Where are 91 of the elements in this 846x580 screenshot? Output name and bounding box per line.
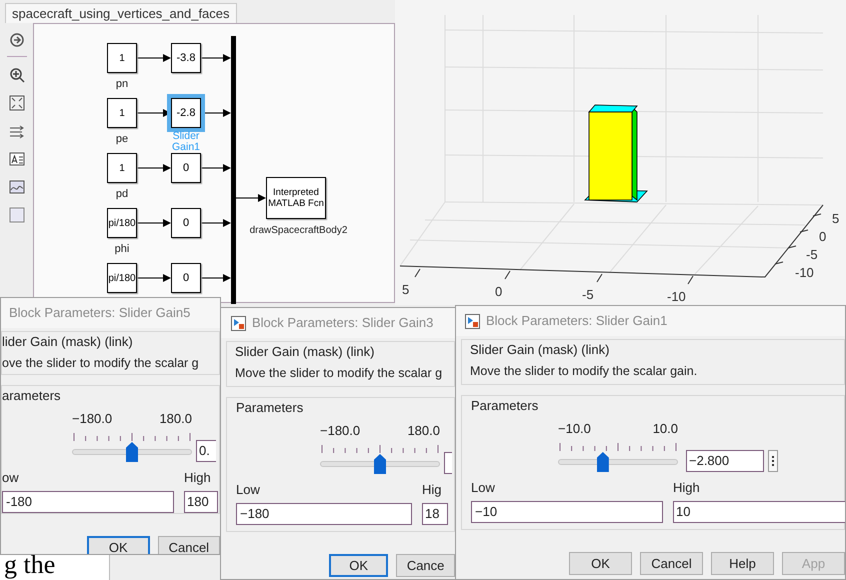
block-icon <box>465 314 480 328</box>
block-label: pe <box>114 132 130 147</box>
signal-arrow <box>136 164 171 172</box>
low-label: Low <box>236 482 260 497</box>
constant-block[interactable]: 1 <box>107 43 137 73</box>
slider-max-label: 180.0 <box>159 410 192 428</box>
block-icon <box>231 316 246 330</box>
low-label: ow <box>2 470 19 485</box>
description-text: Move the slider to modify the scalar gain. <box>470 363 698 380</box>
axis-tick-label: 5 <box>402 283 410 296</box>
constant-block[interactable]: pi/180 <box>107 263 137 293</box>
dialog-title: Block Parameters: Slider Gain3 <box>252 314 434 332</box>
axis-tick-label: -5 <box>582 288 594 301</box>
dialog-title: Block Parameters: Slider Gain5 <box>9 304 190 322</box>
fit-view-icon[interactable] <box>9 95 25 111</box>
dialog-button[interactable]: Help <box>711 552 774 575</box>
slider-track[interactable] <box>72 442 192 462</box>
signal-arrow <box>200 219 231 227</box>
slider-track[interactable] <box>558 452 678 472</box>
slider-thumb[interactable] <box>126 442 138 462</box>
dialog-title: Block Parameters: Slider Gain1 <box>486 312 668 330</box>
navigate-icon[interactable] <box>9 32 25 48</box>
dialog-button[interactable]: OK <box>87 536 150 554</box>
high-label: High <box>673 480 700 495</box>
low-field[interactable]: −10 <box>471 501 663 523</box>
axis-tick-label: 0 <box>819 230 826 243</box>
axis-tick-label: 0 <box>495 285 502 298</box>
value-field[interactable]: 0. <box>196 440 216 462</box>
dialog-button[interactable]: OK <box>329 554 388 577</box>
dialog-button[interactable]: OK <box>569 552 632 575</box>
signal-arrow <box>200 54 231 62</box>
block-label: Slider Gain1 <box>170 131 202 153</box>
group-title: Parameters <box>471 397 540 415</box>
axis-tick-label: 5 <box>832 212 840 225</box>
text-annotation-icon[interactable] <box>9 151 25 167</box>
slider-min-label: −180.0 <box>72 410 112 428</box>
dialog-button[interactable]: Cance <box>396 554 455 577</box>
gain-block[interactable]: 0 <box>171 208 201 238</box>
dialog-button[interactable]: Cancel <box>158 536 220 554</box>
axis-tick-label: -5 <box>806 248 818 261</box>
gain-block[interactable]: -3.8 <box>171 43 201 73</box>
signal-arrow <box>200 274 231 282</box>
arrows-icon[interactable] <box>9 123 25 139</box>
function-block[interactable]: Interpreted MATLAB Fcn <box>266 177 326 219</box>
gain-block[interactable]: 0 <box>171 263 201 293</box>
dialog-button[interactable]: Cancel <box>640 552 703 575</box>
signal-arrow <box>136 219 171 227</box>
slider-thumb[interactable] <box>596 452 609 472</box>
axis-tick-label: -10 <box>667 290 686 303</box>
value-field[interactable] <box>444 452 452 474</box>
constant-block[interactable]: pi/180 <box>107 208 137 238</box>
axis-tick-label: -10 <box>795 266 814 279</box>
slider-min-label: −180.0 <box>320 422 360 440</box>
constant-block[interactable]: 1 <box>107 153 137 183</box>
signal-arrow <box>136 54 171 62</box>
block-label: pd <box>114 187 130 202</box>
more-options-icon[interactable] <box>768 450 778 472</box>
slider-track[interactable] <box>320 454 440 474</box>
description-text: ove the slider to modify the scalar g <box>2 355 200 372</box>
value-field[interactable]: −2.800 <box>686 450 764 472</box>
low-field[interactable]: −180 <box>236 503 412 525</box>
low-field[interactable]: -180 <box>2 491 174 513</box>
high-label: Hig <box>422 482 442 497</box>
signal-arrow <box>236 194 266 202</box>
group-title: arameters <box>2 387 62 405</box>
group-title: Slider Gain (mask) (link) <box>470 341 610 359</box>
description-text: Move the slider to modify the scalar g <box>235 365 444 382</box>
zoom-icon[interactable] <box>9 67 25 83</box>
high-label: High <box>184 470 211 485</box>
block-label: phi <box>114 242 130 257</box>
gain-block[interactable]: 0 <box>171 153 201 183</box>
high-field[interactable]: 180 <box>184 491 218 513</box>
slider-min-label: −10.0 <box>558 420 591 438</box>
document-text: g the <box>0 553 110 580</box>
slider-thumb[interactable] <box>374 454 386 474</box>
group-title: Parameters <box>236 399 304 417</box>
slider-max-label: 180.0 <box>407 422 440 440</box>
group-title: Slider Gain (mask) (link) <box>235 343 376 361</box>
signal-arrow <box>200 164 231 172</box>
image-icon[interactable] <box>9 179 25 195</box>
low-label: Low <box>471 480 495 495</box>
group-title: lider Gain (mask) (link) <box>2 333 134 351</box>
signal-arrow <box>136 274 171 282</box>
block-label: drawSpacecraftBody2 <box>248 224 348 238</box>
high-field[interactable]: 18 <box>422 503 448 525</box>
area-icon[interactable] <box>9 207 25 223</box>
block-label: pn <box>114 77 130 92</box>
slider-max-label: 10.0 <box>652 420 678 438</box>
constant-block[interactable]: 1 <box>107 98 137 128</box>
high-field[interactable]: 10 <box>673 501 845 523</box>
model-tab[interactable]: spacecraft_using_vertices_and_faces <box>5 3 237 23</box>
